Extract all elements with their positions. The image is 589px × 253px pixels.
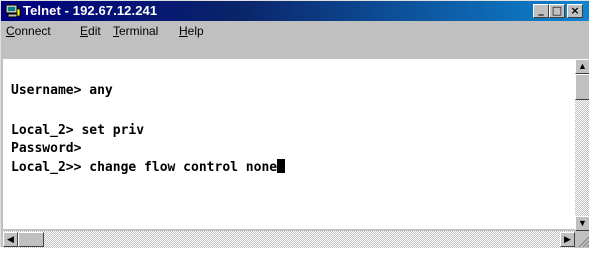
right-arrow-icon: ▶ [564, 234, 571, 244]
up-arrow-icon: ▲ [578, 61, 587, 71]
down-arrow-icon: ▼ [578, 218, 587, 228]
scroll-down-button[interactable]: ▼ [575, 216, 589, 231]
menu-connect[interactable]: Connect [6, 24, 51, 38]
close-icon: × [570, 4, 580, 17]
title-bar[interactable]: Telnet - 192.67.12.241 _ □ × [1, 1, 589, 21]
telnet-window: Telnet - 192.67.12.241 _ □ × Connect Edi… [0, 0, 589, 248]
menu-help-label: elp [187, 24, 204, 38]
text-cursor [277, 159, 286, 173]
terminal-screen[interactable]: Username> any Local_2> set priv Password… [3, 59, 575, 229]
window-title: Telnet - 192.67.12.241 [23, 3, 158, 18]
terminal-line: Username> any [11, 83, 113, 98]
terminal-command: Local_2>> change flow control none [11, 160, 278, 175]
terminal-line: Local_2> set priv [11, 123, 145, 138]
left-arrow-icon: ◀ [7, 234, 14, 244]
resize-grip[interactable] [575, 231, 589, 248]
menu-terminal-label: erminal [119, 24, 159, 38]
terminal-line-active: Local_2>> change flow control none [11, 159, 286, 175]
menu-terminal[interactable]: Terminal [113, 24, 158, 38]
resize-grip-icon [578, 236, 589, 248]
menu-help[interactable]: Help [179, 24, 204, 38]
scroll-right-button[interactable]: ▶ [560, 232, 575, 247]
maximize-button[interactable]: □ [549, 4, 565, 18]
scroll-left-button[interactable]: ◀ [3, 232, 18, 247]
menu-connect-label: onnect [14, 24, 51, 38]
terminal-line: Password> [11, 141, 82, 156]
scroll-up-button[interactable]: ▲ [575, 59, 589, 74]
menu-edit-label: dit [88, 24, 101, 38]
menu-help-mnemonic: H [179, 24, 188, 38]
minimize-button[interactable]: _ [533, 4, 549, 18]
close-button[interactable]: × [567, 4, 583, 18]
menu-edit[interactable]: Edit [80, 24, 101, 38]
maximize-icon: □ [551, 4, 563, 17]
horizontal-scroll-thumb[interactable] [18, 232, 44, 247]
menu-edit-mnemonic: E [80, 24, 89, 38]
vertical-scrollbar[interactable]: ▲ ▼ [575, 59, 589, 231]
menu-connect-mnemonic: C [6, 24, 15, 38]
menu-bar: Connect Edit Terminal Help [1, 21, 589, 41]
minimize-icon: _ [538, 3, 544, 16]
horizontal-scrollbar[interactable]: ◀ ▶ [3, 231, 575, 248]
vertical-scroll-thumb[interactable] [575, 74, 589, 100]
telnet-computer-icon [5, 4, 21, 18]
